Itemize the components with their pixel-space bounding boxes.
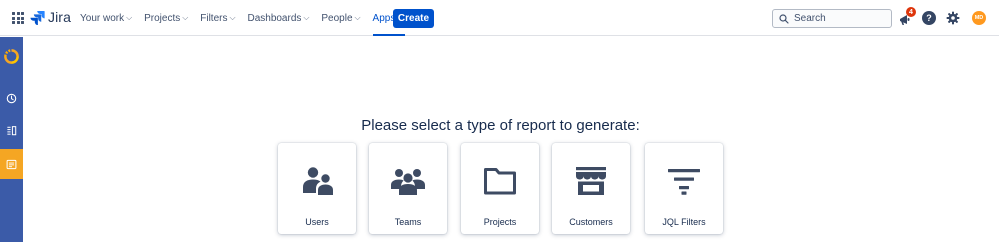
- create-button[interactable]: Create: [393, 9, 434, 28]
- notifications-button[interactable]: 4: [898, 7, 916, 26]
- main-content: Please select a type of report to genera…: [23, 37, 999, 242]
- nav-filters[interactable]: Filters ⌵: [200, 0, 237, 36]
- report-card-customers[interactable]: Customers: [552, 143, 630, 234]
- report-card-label: Teams: [394, 217, 422, 227]
- clock-icon: [6, 93, 17, 103]
- nav-dashboards[interactable]: Dashboards ⌵: [247, 0, 311, 36]
- nav-people-label: People: [321, 12, 353, 24]
- nav-apps-label: Apps: [372, 12, 396, 24]
- help-icon[interactable]: ?: [922, 11, 936, 25]
- notification-count-badge: 4: [906, 7, 916, 17]
- app-switcher-icon[interactable]: [12, 12, 24, 24]
- chevron-down-icon: ⌵: [229, 13, 236, 22]
- chevron-down-icon: ⌵: [126, 13, 133, 22]
- report-card-label: JQL Filters: [662, 217, 706, 227]
- chevron-down-icon: ⌵: [303, 13, 310, 22]
- board-icon: [7, 125, 17, 135]
- sidebar-item-recent[interactable]: [0, 83, 23, 113]
- storefront-icon: [573, 163, 609, 199]
- sidebar-item-board[interactable]: [0, 115, 23, 145]
- search-box[interactable]: [772, 9, 892, 28]
- report-card-users[interactable]: Users: [278, 143, 356, 234]
- report-card-label: Customers: [569, 217, 613, 227]
- search-input[interactable]: [794, 13, 884, 24]
- page-heading: Please select a type of report to genera…: [361, 117, 640, 134]
- app-logo-icon: [4, 48, 19, 64]
- app-sidebar: [0, 37, 23, 242]
- nav-filters-label: Filters: [200, 12, 228, 24]
- report-card-label: Projects: [483, 217, 517, 227]
- teams-icon: [390, 163, 426, 199]
- report-card-projects[interactable]: Projects: [461, 143, 539, 234]
- chevron-down-icon: ⌵: [182, 13, 189, 22]
- report-card-teams[interactable]: Teams: [369, 143, 447, 234]
- chevron-down-icon: ⌵: [354, 13, 361, 22]
- search-icon: [779, 13, 789, 24]
- sidebar-item-reports[interactable]: [0, 149, 23, 179]
- report-icon: [6, 159, 17, 169]
- nav-your-work-label: Your work: [80, 12, 125, 24]
- nav-people[interactable]: People ⌵: [321, 0, 362, 36]
- nav-projects[interactable]: Projects ⌵: [144, 0, 190, 36]
- report-card-jql-filters[interactable]: JQL Filters: [645, 143, 723, 234]
- nav-projects-label: Projects: [144, 12, 181, 24]
- main-nav: Your work ⌵ Projects ⌵ Filters ⌵ Dashboards…: [80, 0, 415, 36]
- report-card-label: Users: [305, 217, 329, 227]
- app-logo[interactable]: [0, 37, 23, 75]
- top-navigation-bar: Jira Your work ⌵ Projects ⌵ Filters ⌵ Dashb…: [0, 0, 999, 36]
- nav-your-work[interactable]: Your work ⌵: [80, 0, 134, 36]
- folder-icon: [482, 163, 518, 199]
- jira-logo-icon: [30, 10, 45, 25]
- jira-logo[interactable]: Jira: [30, 9, 71, 25]
- filter-icon: [666, 163, 702, 199]
- logo-text: Jira: [48, 9, 71, 25]
- users-icon: [299, 163, 335, 199]
- user-avatar[interactable]: MD: [972, 11, 986, 25]
- gear-icon[interactable]: [946, 11, 960, 25]
- nav-dashboards-label: Dashboards: [247, 12, 302, 24]
